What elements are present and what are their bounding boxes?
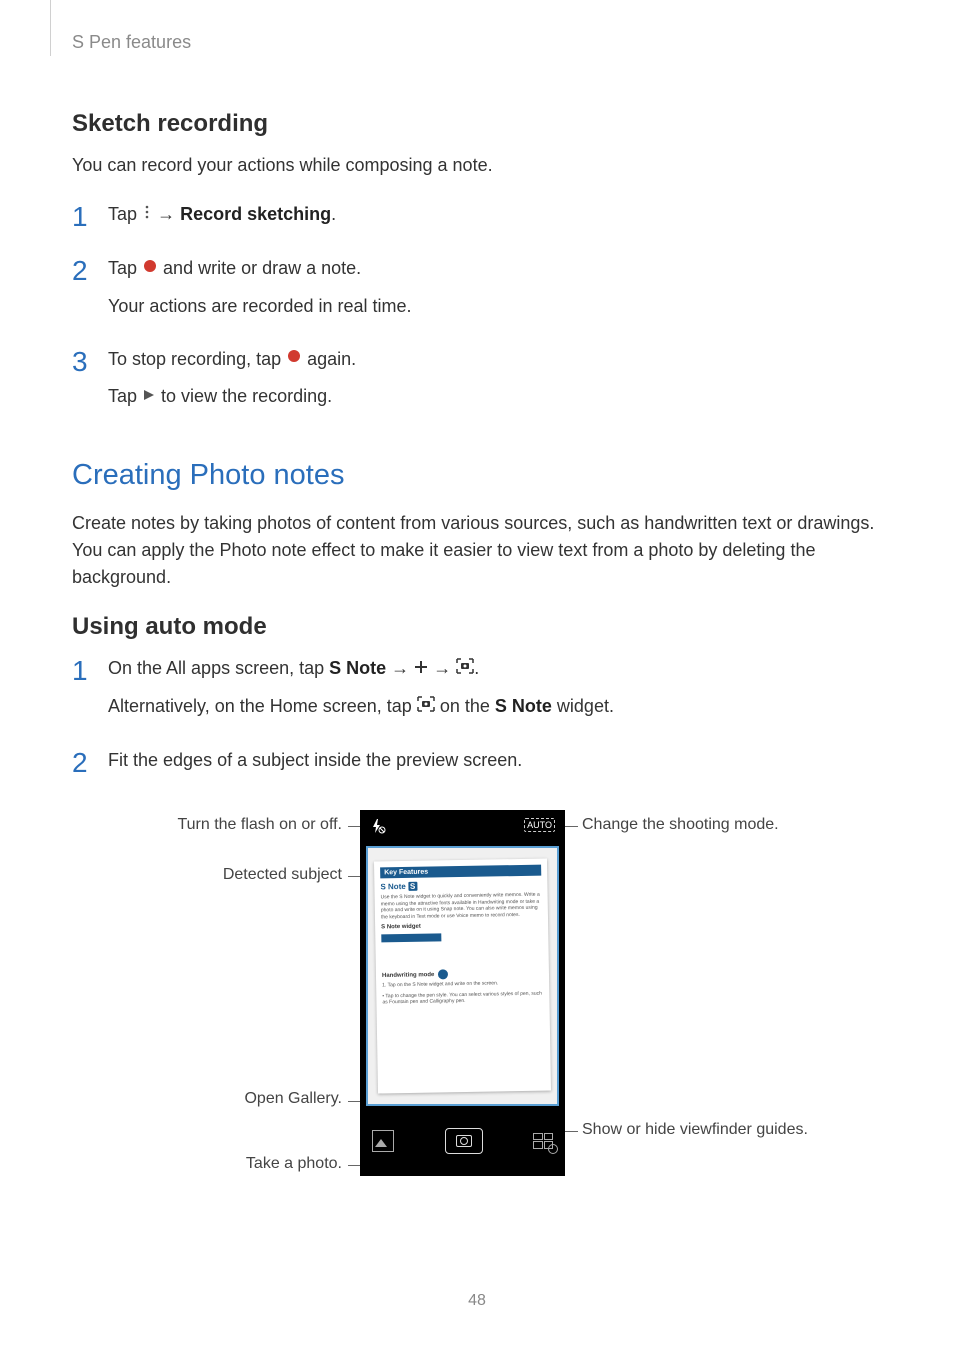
step-number: 2 — [72, 747, 108, 777]
text: On the All apps screen, tap — [108, 658, 329, 678]
photo-intro: Create notes by taking photos of content… — [72, 510, 882, 591]
auto-mode-icon: AUTO — [524, 818, 555, 832]
step-number: 2 — [72, 255, 108, 285]
page-number: 48 — [0, 1292, 954, 1310]
arrow: → — [433, 658, 456, 678]
camera-frame-icon — [417, 693, 435, 720]
record-sketching-label: Record sketching — [180, 204, 331, 224]
shutter-button — [445, 1128, 483, 1154]
callout-photo: Take a photo. — [246, 1155, 342, 1173]
callout-guides: Show or hide viewfinder guides. — [582, 1121, 808, 1139]
text: Fit the edges of a subject inside the pr… — [108, 747, 882, 774]
text: and write or draw a note. — [158, 258, 361, 278]
camera-preview: Key Features S Note S Use the S Note wid… — [366, 846, 559, 1106]
step-number: 1 — [72, 201, 108, 231]
doc-sub: Handwriting mode — [382, 967, 543, 980]
step-number: 1 — [72, 655, 108, 685]
arrow: → — [157, 204, 175, 224]
step-body: Fit the edges of a subject inside the pr… — [108, 747, 882, 784]
s-note-label: S Note — [495, 696, 552, 716]
sketch-step-2: 2 Tap and write or draw a note. Your act… — [72, 255, 882, 330]
photo-step-1: 1 On the All apps screen, tap S Note → →… — [72, 655, 882, 731]
doc-text: • Tap to change the pen style. You can s… — [382, 990, 543, 1006]
text: Tap — [108, 204, 137, 224]
text: Alternatively, on the Home screen, tap — [108, 696, 417, 716]
text: on the — [440, 696, 495, 716]
camera-frame-icon — [456, 655, 474, 682]
photo-heading: Creating Photo notes — [72, 459, 882, 492]
text: widget. — [557, 696, 614, 716]
camera-icon — [456, 1135, 472, 1147]
play-triangle-icon — [142, 383, 156, 410]
doc-title: S Note S — [380, 879, 541, 891]
sketch-intro: You can record your actions while compos… — [72, 152, 882, 179]
text: Tap — [108, 386, 137, 406]
sketch-heading: Sketch recording — [72, 110, 882, 138]
step-body: Tap → Record sketching. — [108, 201, 882, 239]
doc-widget-graphic — [381, 933, 441, 942]
sketch-step-3: 3 To stop recording, tap again. Tap to v… — [72, 346, 882, 422]
s-note-label: S Note — [329, 658, 386, 678]
step-body: Tap and write or draw a note. Your actio… — [108, 255, 882, 330]
record-circle-icon — [142, 255, 158, 282]
more-icon — [142, 201, 152, 228]
step-number: 3 — [72, 346, 108, 376]
text: again. — [302, 349, 356, 369]
text: To stop recording, tap — [108, 349, 281, 369]
camera-figure: Turn the flash on or off. Detected subje… — [72, 810, 882, 1195]
sketch-step-1: 1 Tap → Record sketching. — [72, 201, 882, 239]
phone-screenshot: AUTO Key Features S Note S Use the S Not… — [360, 810, 565, 1176]
callout-mode: Change the shooting mode. — [582, 816, 779, 834]
detected-document: Key Features S Note S Use the S Note wid… — [374, 858, 551, 1093]
breadcrumb: S Pen features — [72, 32, 191, 53]
doc-header: Key Features — [380, 864, 541, 878]
auto-mode-heading: Using auto mode — [72, 613, 882, 641]
viewfinder-grid-icon — [533, 1133, 553, 1149]
callout-flash: Turn the flash on or off. — [177, 816, 342, 834]
text: . — [474, 658, 479, 678]
step-body: To stop recording, tap again. Tap to vie… — [108, 346, 882, 422]
callout-gallery: Open Gallery. — [244, 1090, 342, 1108]
flash-icon — [370, 818, 386, 837]
doc-text: 1. Tap on the S Note widget and write on… — [382, 979, 543, 988]
step-body: On the All apps screen, tap S Note → → .… — [108, 655, 882, 731]
record-circle-icon — [286, 345, 302, 372]
text: to view the recording. — [156, 386, 332, 406]
doc-text: Use the S Note widget to quickly and con… — [381, 891, 542, 920]
page-content: Sketch recording You can record your act… — [72, 110, 882, 1195]
gallery-icon — [372, 1130, 394, 1152]
page-left-rule — [50, 0, 51, 56]
photo-step-2: 2 Fit the edges of a subject inside the … — [72, 747, 882, 784]
camera-bottom-bar — [362, 1110, 563, 1172]
text: Tap — [108, 258, 137, 278]
callout-subject: Detected subject — [223, 866, 342, 884]
text: Your actions are recorded in real time. — [108, 293, 882, 320]
doc-sub: S Note widget — [381, 921, 542, 930]
plus-icon — [414, 655, 428, 682]
text: . — [331, 204, 336, 224]
camera-top-bar: AUTO — [362, 812, 563, 842]
arrow: → — [391, 658, 414, 678]
